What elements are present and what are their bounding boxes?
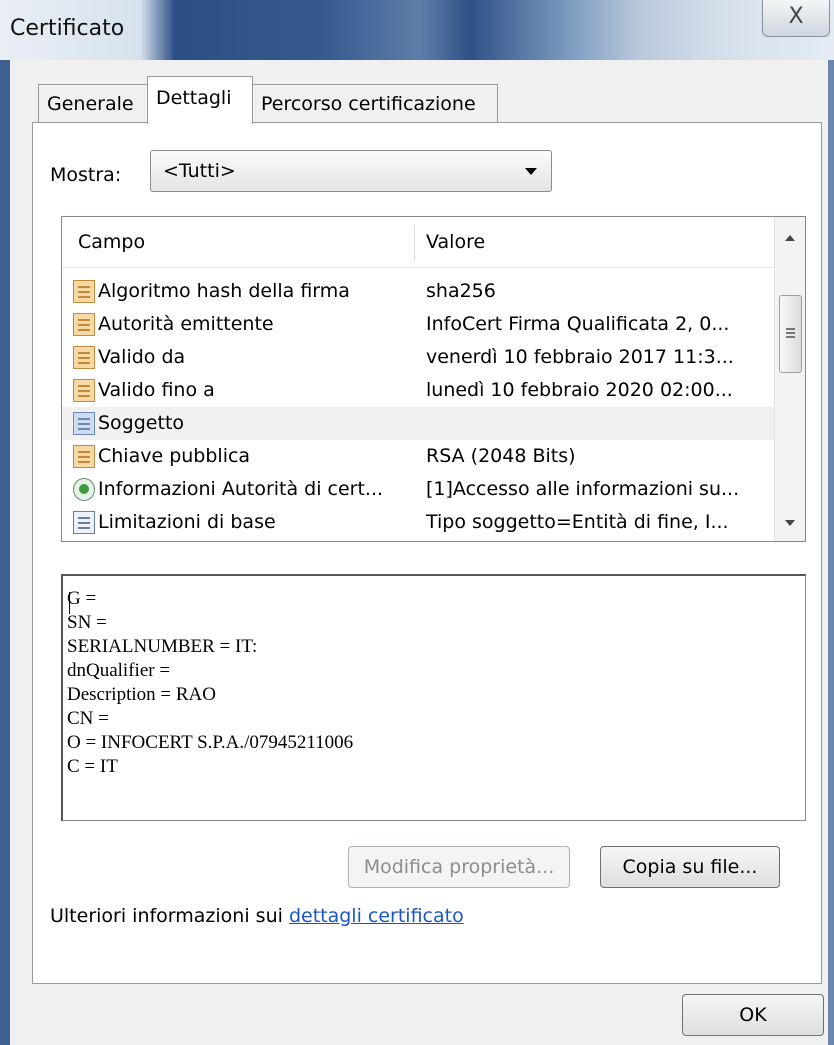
row-valore: lunedì 10 febbraio 2020 02:00...	[426, 379, 733, 401]
tab-dettagli[interactable]: Dettagli	[147, 76, 253, 124]
field-icon	[73, 280, 95, 303]
list-row[interactable]: Autorità emittente InfoCert Firma Qualif…	[62, 308, 774, 341]
extension-icon	[73, 478, 95, 501]
detail-line: C = IT	[67, 756, 118, 777]
detail-line: SN =	[67, 612, 107, 633]
column-header-campo[interactable]: Campo	[78, 231, 145, 253]
field-icon	[73, 313, 95, 336]
list-row-selected[interactable]: Soggetto	[62, 407, 774, 440]
list-row[interactable]: Valido da venerdì 10 febbraio 2017 11:3.…	[62, 341, 774, 374]
mostra-dropdown[interactable]: <Tutti>	[150, 150, 552, 192]
close-button[interactable]: X	[762, 0, 830, 37]
grip-icon	[786, 328, 795, 330]
modifica-proprieta-button[interactable]: Modifica proprietà...	[348, 846, 570, 888]
fields-list[interactable]: Campo Valore Algoritmo hash della firma …	[61, 216, 806, 542]
info-text: Ulteriori informazioni sui	[50, 905, 289, 927]
close-icon: X	[788, 4, 804, 29]
window-frame-right	[828, 60, 834, 1045]
detail-line: Description = RAO	[67, 684, 216, 705]
window-title: Certificato	[10, 16, 125, 41]
scroll-down-icon[interactable]	[785, 520, 795, 526]
scroll-thumb[interactable]	[779, 295, 802, 373]
row-campo: Valido da	[98, 346, 186, 368]
ok-button[interactable]: OK	[682, 994, 824, 1036]
row-campo: Chiave pubblica	[98, 445, 251, 467]
list-row[interactable]: Valido fino a lunedì 10 febbraio 2020 02…	[62, 374, 774, 407]
list-row[interactable]: Chiave pubblica RSA (2048 Bits)	[62, 440, 774, 473]
field-details-box[interactable]: G = SN = SERIALNUMBER = IT: dnQualifier …	[61, 574, 806, 821]
row-valore: sha256	[426, 280, 496, 302]
field-icon	[73, 379, 95, 402]
column-divider[interactable]	[414, 225, 415, 261]
list-row[interactable]: Informazioni Autorità di cert... [1]Acce…	[62, 473, 774, 506]
field-icon	[73, 412, 95, 435]
row-campo: Algoritmo hash della firma	[98, 280, 350, 302]
field-icon	[73, 346, 95, 369]
tab-percorso-certificazione[interactable]: Percorso certificazione	[252, 84, 498, 122]
mostra-selected-value: <Tutti>	[163, 160, 236, 182]
row-valore: InfoCert Firma Qualificata 2, 0...	[426, 313, 730, 335]
title-bar[interactable]: Certificato X	[0, 0, 834, 60]
row-valore: [1]Accesso alle informazioni su...	[426, 478, 740, 500]
detail-line: O = INFOCERT S.P.A./07945211006	[67, 732, 354, 753]
list-header: Campo Valore	[62, 217, 774, 268]
tab-generale[interactable]: Generale	[38, 84, 150, 122]
list-scrollbar[interactable]	[774, 217, 805, 541]
row-campo: Autorità emittente	[98, 313, 274, 335]
row-valore: RSA (2048 Bits)	[426, 445, 576, 467]
copia-su-file-button[interactable]: Copia su file...	[600, 846, 780, 888]
row-campo: Valido fino a	[98, 379, 215, 401]
list-row[interactable]: Algoritmo hash della firma sha256	[62, 275, 774, 308]
row-campo: Limitazioni di base	[98, 511, 276, 533]
row-valore: venerdì 10 febbraio 2017 11:3...	[426, 346, 734, 368]
window-frame-left	[0, 60, 10, 1045]
dettagli-certificato-link[interactable]: dettagli certificato	[289, 905, 464, 927]
scroll-up-icon[interactable]	[785, 235, 795, 241]
detail-line: SERIALNUMBER = IT:	[67, 636, 258, 657]
row-campo: Soggetto	[98, 412, 185, 434]
detail-line: CN =	[67, 708, 109, 729]
detail-line: dnQualifier =	[67, 660, 171, 681]
chevron-down-icon	[525, 168, 537, 175]
mostra-label: Mostra:	[50, 164, 122, 186]
column-header-valore[interactable]: Valore	[426, 231, 485, 253]
row-campo: Informazioni Autorità di cert...	[98, 478, 384, 500]
info-line: Ulteriori informazioni sui dettagli cert…	[50, 905, 464, 927]
list-row[interactable]: Limitazioni di base Tipo soggetto=Entità…	[62, 506, 774, 539]
extension-icon	[73, 511, 95, 534]
detail-line: G =	[67, 588, 97, 609]
field-icon	[73, 445, 95, 468]
row-valore: Tipo soggetto=Entità di fine, I...	[426, 511, 729, 533]
